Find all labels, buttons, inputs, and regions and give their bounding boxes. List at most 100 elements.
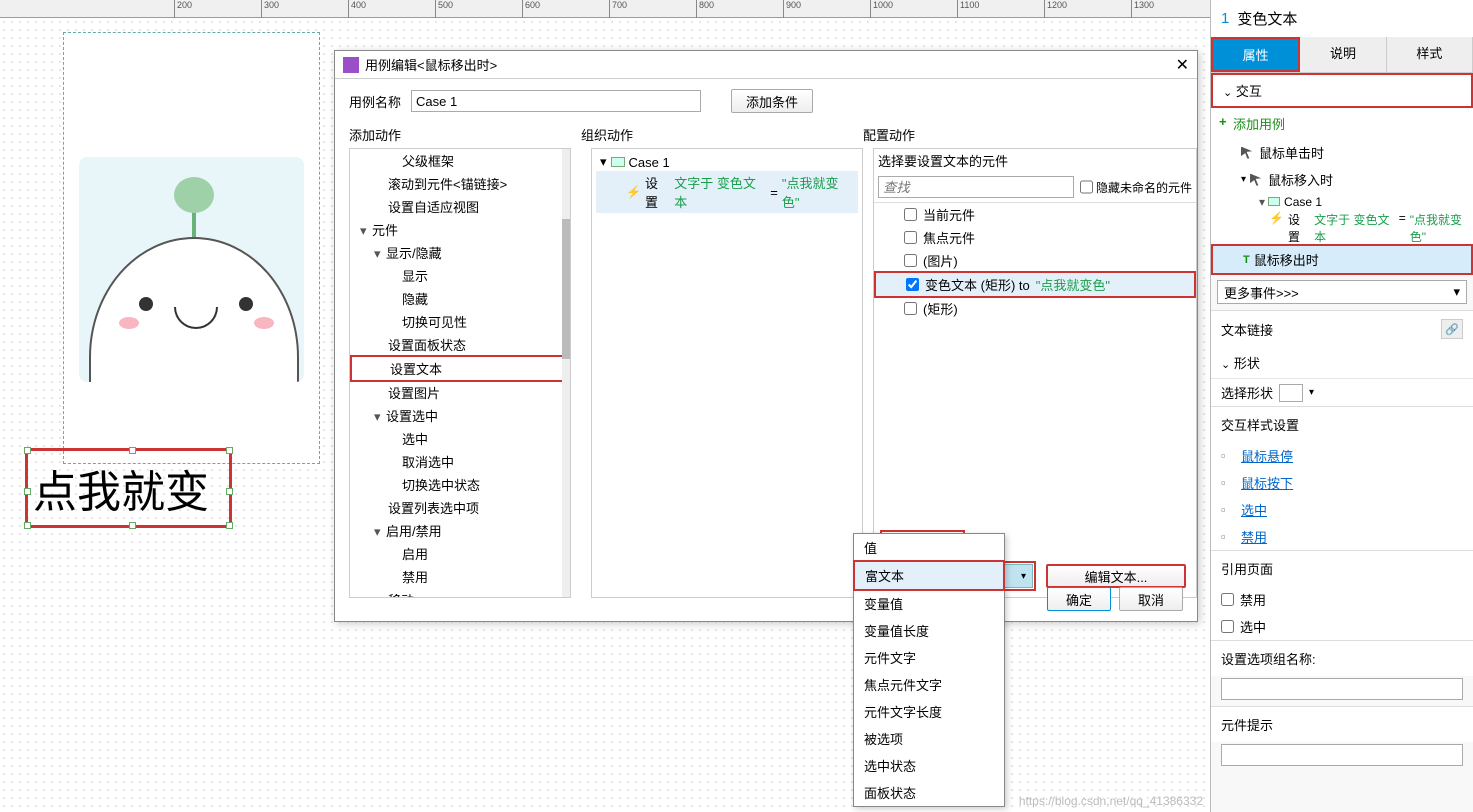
ruler-tick: 900: [783, 0, 801, 18]
event-case[interactable]: Case 1: [1211, 193, 1473, 211]
action-tree-item[interactable]: 设置文本: [350, 355, 570, 382]
action-tree-item[interactable]: 禁用: [350, 565, 570, 588]
ok-button[interactable]: 确定: [1047, 587, 1111, 611]
action-tree[interactable]: 父级框架滚动到元件<锚链接>设置自适应视图元件显示/隐藏显示隐藏切换可见性设置面…: [350, 149, 570, 597]
edit-text-button[interactable]: 编辑文本...: [1046, 564, 1186, 588]
action-tree-item[interactable]: 显示: [350, 264, 570, 287]
cancel-button[interactable]: 取消: [1119, 587, 1183, 611]
dropdown-item[interactable]: 富文本: [853, 560, 1005, 591]
text-widget-selected[interactable]: 点我就变: [25, 448, 232, 528]
case-name-label: 用例名称: [349, 92, 401, 111]
ix-style-link[interactable]: ▫禁用: [1211, 523, 1473, 550]
action-tree-item[interactable]: 设置图片: [350, 381, 570, 404]
watermark: https://blog.csdn.net/qq_41386332: [1019, 794, 1203, 808]
more-events-combo[interactable]: 更多事件>>> ▾: [1217, 280, 1467, 304]
scrollbar-thumb[interactable]: [562, 219, 570, 359]
action-tree-item[interactable]: 启用/禁用: [350, 519, 570, 542]
widget-list-item[interactable]: (图片): [874, 249, 1196, 272]
option-group-input[interactable]: [1221, 678, 1463, 700]
add-case-link[interactable]: 添加用例: [1211, 108, 1473, 139]
app-icon: [343, 57, 359, 73]
option-group-label: 设置选项组名称:: [1211, 640, 1473, 676]
action-tree-item[interactable]: 设置选中: [350, 404, 570, 427]
ruler-tick: 800: [696, 0, 714, 18]
ix-style-link[interactable]: ▫选中: [1211, 496, 1473, 523]
action-tree-item[interactable]: 父级框架: [350, 149, 570, 172]
action-tree-item[interactable]: 设置列表选中项: [350, 496, 570, 519]
horizontal-ruler: 2003004005006007008009001000110012001300: [0, 0, 1210, 18]
disabled-checkbox[interactable]: [1221, 593, 1234, 606]
action-tree-item[interactable]: 设置面板状态: [350, 333, 570, 356]
add-condition-button[interactable]: 添加条件: [731, 89, 813, 113]
ruler-tick: 1000: [870, 0, 893, 18]
widget-list-item[interactable]: 焦点元件: [874, 226, 1196, 249]
action-tree-item[interactable]: 滚动到元件<锚链接>: [350, 172, 570, 195]
action-tree-item[interactable]: 选中: [350, 427, 570, 450]
dialog-titlebar[interactable]: 用例编辑<鼠标移出时> ✕: [335, 51, 1197, 79]
dropdown-item[interactable]: 元件文字: [854, 644, 1004, 671]
ref-page-label: 引用页面: [1211, 550, 1473, 586]
widget-list-item[interactable]: 变色文本 (矩形) to "点我就变色": [874, 271, 1196, 298]
action-tree-item[interactable]: 启用: [350, 542, 570, 565]
close-icon[interactable]: ✕: [1176, 55, 1189, 75]
ruler-tick: 1100: [957, 0, 979, 18]
widget-list-item[interactable]: (矩形): [874, 297, 1196, 320]
dropdown-item[interactable]: 值: [854, 534, 1004, 561]
ix-style-link[interactable]: ▫鼠标悬停: [1211, 442, 1473, 469]
widget-list-item[interactable]: 当前元件: [874, 203, 1196, 226]
artboard: [63, 32, 320, 464]
action-tree-item[interactable]: 元件: [350, 218, 570, 241]
dropdown-item[interactable]: 选中状态: [854, 752, 1004, 779]
ix-style-link[interactable]: ▫鼠标按下: [1211, 469, 1473, 496]
section-shape[interactable]: ⌄ 形状: [1211, 347, 1473, 379]
event-item[interactable]: 鼠标单击时: [1211, 139, 1473, 166]
link-icon[interactable]: 🔗: [1441, 319, 1463, 339]
tab-properties[interactable]: 属性: [1211, 37, 1300, 72]
widget-index: 1: [1221, 10, 1229, 27]
chevron-down-icon: ▾: [1453, 284, 1460, 300]
section-interactions[interactable]: ⌄ 交互: [1211, 73, 1473, 108]
ruler-tick: 300: [261, 0, 279, 18]
case-action-row[interactable]: ⚡ 设置 文字于 变色文本 = "点我就变色": [596, 171, 858, 213]
dropdown-item[interactable]: 变量值长度: [854, 617, 1004, 644]
click-icon: [1250, 174, 1264, 186]
event-item[interactable]: T鼠标移出时: [1211, 244, 1473, 275]
config-subheader: 选择要设置文本的元件: [874, 149, 1196, 176]
ruler-tick: 700: [609, 0, 627, 18]
event-action[interactable]: ⚡设置 文字于 变色文本 = "点我就变色": [1211, 211, 1473, 245]
bolt-icon: ⚡: [626, 185, 641, 199]
dropdown-item[interactable]: 变量值: [854, 590, 1004, 617]
tab-notes[interactable]: 说明: [1300, 37, 1386, 72]
action-tree-item[interactable]: 移动: [350, 588, 570, 597]
tab-style[interactable]: 样式: [1387, 37, 1473, 72]
image-widget[interactable]: [79, 157, 304, 382]
event-item[interactable]: ▾鼠标移入时: [1211, 166, 1473, 193]
action-tree-item[interactable]: 设置自适应视图: [350, 195, 570, 218]
action-tree-item[interactable]: 切换选中状态: [350, 473, 570, 496]
search-input[interactable]: [878, 176, 1074, 198]
tooltip-input[interactable]: [1221, 744, 1463, 766]
case-icon: [611, 157, 625, 167]
case-name-input[interactable]: [411, 90, 701, 112]
ruler-tick: 500: [435, 0, 453, 18]
chevron-down-icon: ▾: [1021, 571, 1026, 582]
text-type-dropdown[interactable]: 值富文本变量值变量值长度元件文字焦点元件文字元件文字长度被选项选中状态面板状态: [853, 533, 1005, 807]
action-tree-item[interactable]: 隐藏: [350, 287, 570, 310]
case-label: Case 1: [629, 155, 670, 170]
inspector-panel: 1 变色文本 属性 说明 样式 ⌄ 交互 添加用例 鼠标单击时▾鼠标移入时Cas…: [1210, 0, 1473, 812]
add-action-header: 添加动作: [349, 123, 571, 148]
selected-checkbox[interactable]: [1221, 620, 1234, 633]
inspector-tabs: 属性 说明 样式: [1211, 37, 1473, 73]
hide-unnamed-checkbox[interactable]: 隐藏未命名的元件: [1080, 176, 1192, 198]
dropdown-item[interactable]: 焦点元件文字: [854, 671, 1004, 698]
case-row[interactable]: ▾ Case 1: [596, 153, 858, 171]
action-tree-item[interactable]: 切换可见性: [350, 310, 570, 333]
dropdown-item[interactable]: 被选项: [854, 725, 1004, 752]
ruler-tick: 200: [174, 0, 192, 18]
dropdown-item[interactable]: 面板状态: [854, 779, 1004, 806]
action-tree-item[interactable]: 取消选中: [350, 450, 570, 473]
dropdown-item[interactable]: 元件文字长度: [854, 698, 1004, 725]
chevron-down-icon[interactable]: ▾: [1309, 387, 1314, 398]
shape-selector[interactable]: [1279, 384, 1303, 402]
action-tree-item[interactable]: 显示/隐藏: [350, 241, 570, 264]
